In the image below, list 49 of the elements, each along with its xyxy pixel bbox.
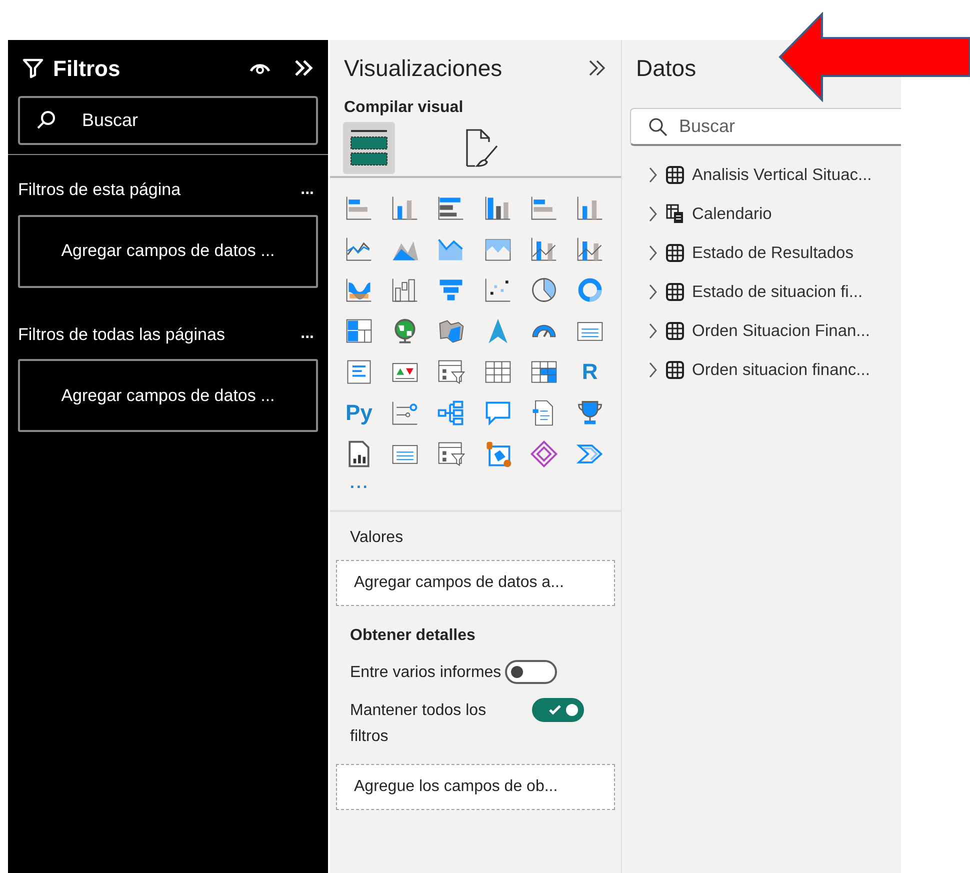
visual-type-button[interactable]: R	[574, 356, 606, 388]
table-item[interactable]: Estado de situacion fi...	[648, 279, 901, 305]
toggle-label: Mantener todos los filtros	[350, 701, 488, 747]
section-title: Filtros de esta página	[18, 179, 181, 201]
pane-title: Filtros	[53, 54, 120, 82]
search-field[interactable]: Buscar	[18, 96, 318, 145]
chevron-right-icon[interactable]	[648, 322, 658, 340]
table-icon	[666, 322, 684, 340]
pane-title: Datos	[636, 54, 696, 83]
table-icon	[666, 166, 684, 184]
chevron-right-icon[interactable]	[648, 166, 658, 184]
table-item[interactable]: Analisis Vertical Situac...	[648, 162, 901, 188]
chevron-right-icon[interactable]	[648, 361, 658, 379]
build-visual-tab[interactable]	[343, 122, 395, 174]
more-visuals-button[interactable]: ...	[350, 472, 370, 496]
collapse-icon[interactable]	[293, 59, 315, 77]
more-options-button[interactable]: ...	[300, 178, 314, 202]
table-icon	[666, 361, 684, 379]
search-icon	[36, 110, 56, 130]
table-icon	[666, 244, 684, 262]
drop-zone[interactable]: Agregue los campos de ob...	[336, 764, 615, 810]
chevron-right-icon[interactable]	[648, 205, 658, 223]
chart-type-icon	[528, 438, 559, 470]
drop-zone[interactable]: Agregar campos de datos ...	[18, 214, 318, 288]
toggle-label: Entre varios informes	[350, 663, 502, 683]
table-item[interactable]: Calendario	[648, 201, 901, 227]
search-icon	[648, 117, 668, 137]
filter-icon	[21, 56, 45, 80]
section-title: Obtener detalles	[349, 626, 476, 646]
visual-type-button[interactable]: Py	[343, 397, 375, 429]
section-title: Compilar visual	[343, 98, 464, 118]
collapse-icon[interactable]	[587, 59, 607, 77]
toggle-switch[interactable]	[505, 660, 558, 684]
search-field[interactable]: Buscar	[630, 108, 901, 146]
chevron-right-icon[interactable]	[648, 283, 658, 301]
pane-title: Visualizaciones	[344, 54, 502, 83]
table-item[interactable]: Estado de Resultados	[648, 240, 901, 266]
table-icon	[666, 283, 684, 301]
section-title: Filtros de todas las páginas	[18, 324, 225, 346]
more-options-button[interactable]: ...	[300, 322, 314, 346]
chevron-right-icon[interactable]	[648, 244, 658, 262]
field-well-label: Valores	[349, 528, 404, 548]
table-item[interactable]: Orden Situacion Finan...	[648, 318, 901, 344]
table-item[interactable]: Orden situacion financ...	[648, 357, 901, 383]
check-icon	[548, 704, 562, 716]
drop-zone[interactable]: Agregar campos de datos ...	[18, 359, 318, 432]
calculated-table-icon	[666, 204, 684, 224]
toggle-switch[interactable]	[532, 698, 584, 722]
drop-zone[interactable]: Agregar campos de datos a...	[336, 560, 615, 606]
